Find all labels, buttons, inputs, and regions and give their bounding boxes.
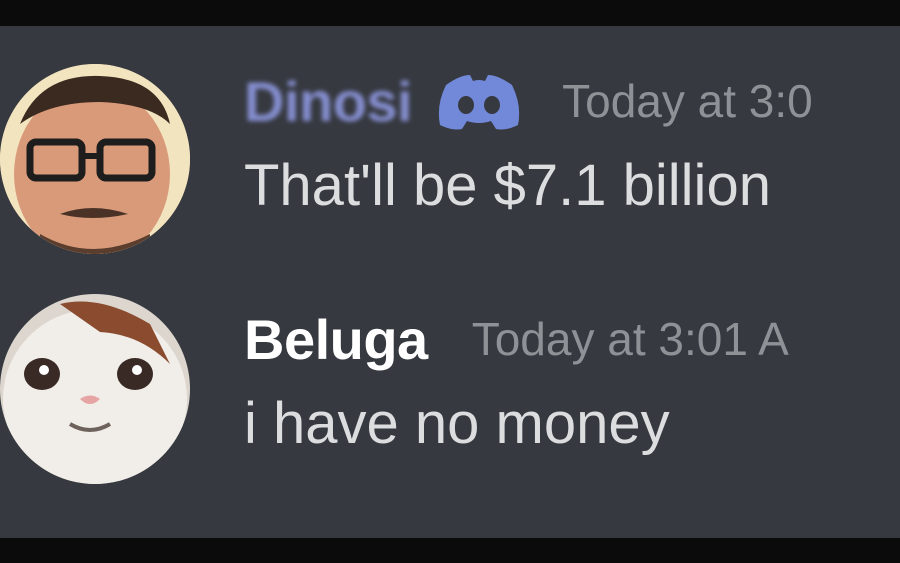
message-header: Beluga Today at 3:01 A (244, 294, 900, 384)
discord-logo-icon (436, 71, 522, 131)
timestamp: Today at 3:01 A (471, 313, 789, 365)
message-text: That'll be $7.1 billion (244, 153, 771, 218)
message-header: Dinosi Today at 3:0 (244, 56, 900, 146)
message-text: i have no money (244, 391, 670, 456)
message-item: Beluga Today at 3:01 A i have no money (0, 294, 900, 524)
username[interactable]: Beluga (244, 307, 428, 372)
avatar[interactable] (0, 64, 190, 254)
timestamp: Today at 3:0 (562, 75, 813, 127)
beluga-cat-avatar-icon (0, 294, 190, 484)
message-content: Beluga Today at 3:01 A i have no money (244, 294, 900, 457)
man-with-glasses-avatar-icon (0, 64, 190, 254)
username[interactable]: Dinosi (244, 69, 413, 134)
message-content: Dinosi Today at 3:0 That'll be $7.1 bill… (244, 56, 900, 219)
avatar[interactable] (0, 294, 190, 484)
message-item: Dinosi Today at 3:0 That'll be $7.1 bill… (0, 56, 900, 276)
chat-frame: Dinosi Today at 3:0 That'll be $7.1 bill… (0, 26, 900, 538)
